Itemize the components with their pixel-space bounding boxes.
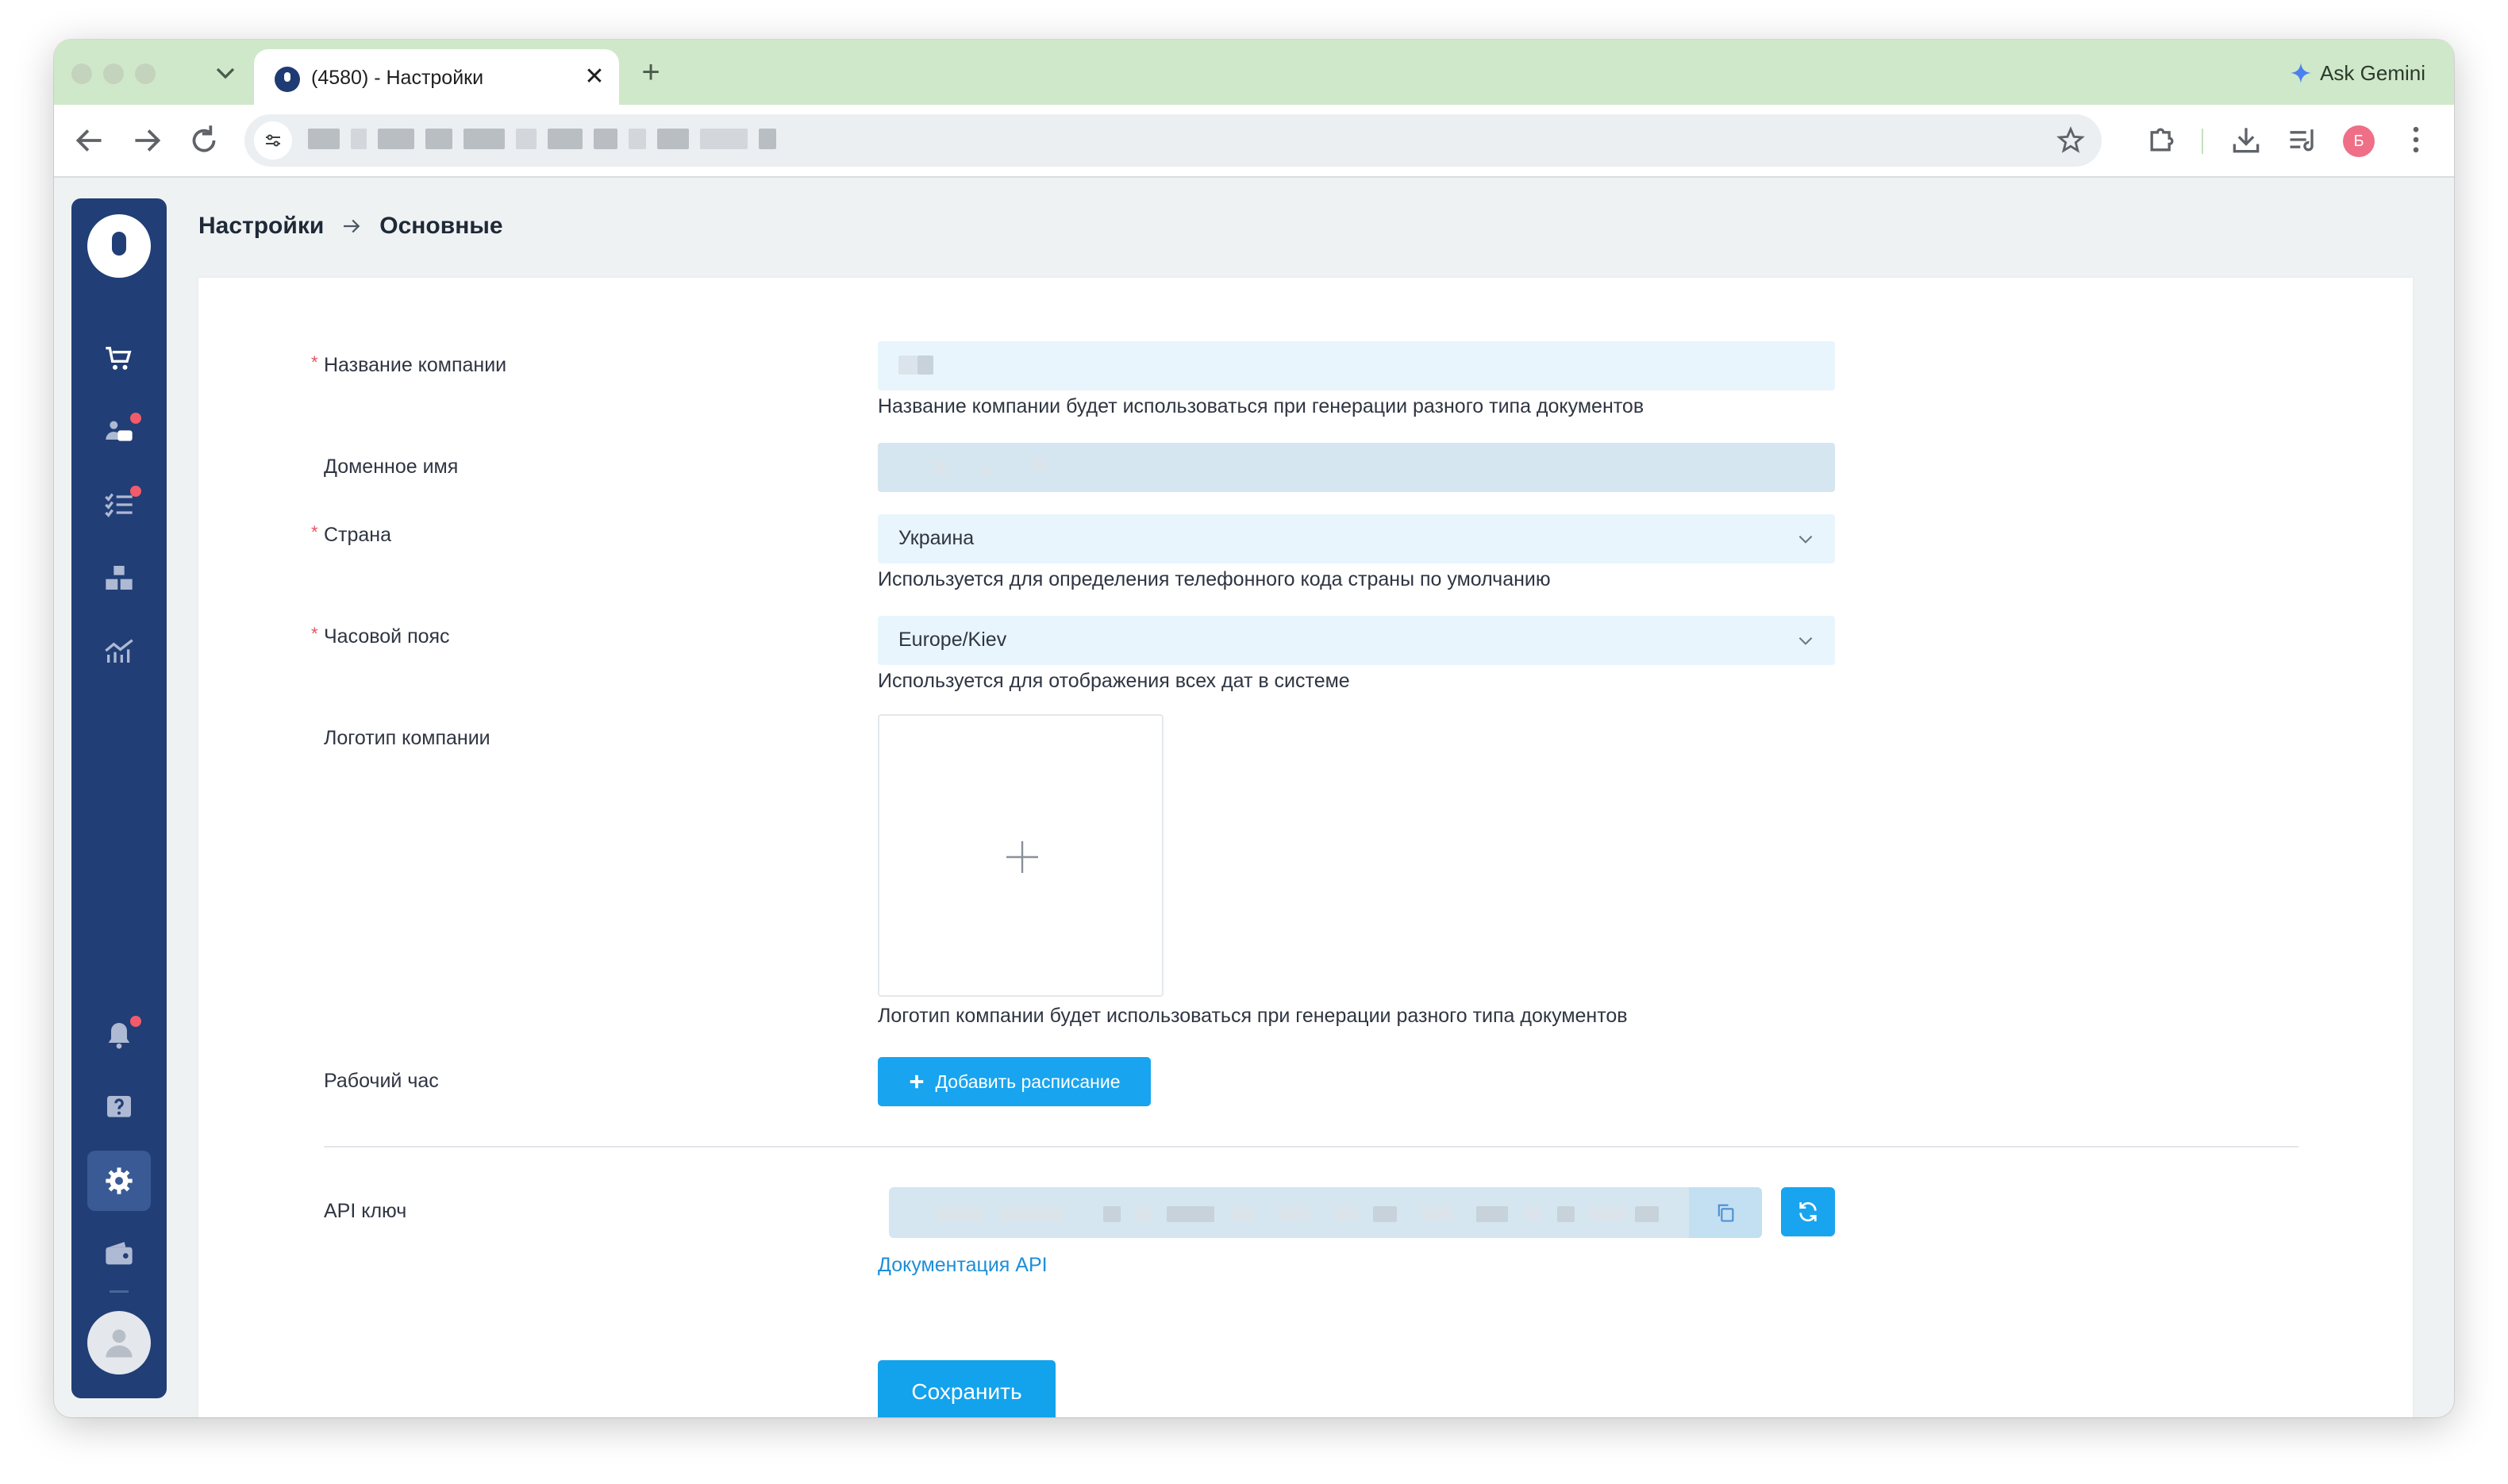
address-url-redacted xyxy=(308,129,776,149)
profile-avatar-button[interactable]: Б xyxy=(2343,125,2375,157)
company-name-label: * Название компании xyxy=(311,352,507,376)
company-name-help: Название компании будет использоваться п… xyxy=(878,395,1644,417)
sidebar-item-warehouse[interactable] xyxy=(87,548,151,608)
copy-icon xyxy=(1718,1204,1734,1222)
country-help: Используется для определения телефонного… xyxy=(878,568,1551,590)
sidebar-item-analytics[interactable] xyxy=(87,621,151,681)
user-icon xyxy=(106,1329,133,1358)
bookmark-star-icon[interactable] xyxy=(2056,125,2086,156)
breadcrumb: Настройки Основные xyxy=(198,213,503,240)
analytics-icon xyxy=(105,639,133,663)
sidebar-divider xyxy=(110,1290,129,1293)
browser-tab-active[interactable]: (4580) - Настройки ✕ xyxy=(254,49,619,106)
extensions-icon[interactable] xyxy=(2144,122,2179,157)
browser-window: (4580) - Настройки ✕ + Ask Gemini Б Наст… xyxy=(54,40,2454,1417)
notification-dot xyxy=(130,486,141,497)
timezone-select-value: Europe/Kiev xyxy=(898,629,1007,651)
domain-name-label: Доменное имя xyxy=(324,456,459,478)
gear-icon xyxy=(106,1167,133,1194)
required-mark: * xyxy=(311,522,318,542)
refresh-icon xyxy=(1799,1201,1817,1222)
settings-form-card: * Название компании Название компании бу… xyxy=(198,278,2413,1417)
section-divider xyxy=(324,1146,2298,1148)
logo-upload-area[interactable] xyxy=(878,714,1164,997)
api-documentation-link[interactable]: Документация API xyxy=(878,1254,1048,1277)
site-favicon-icon xyxy=(275,67,300,92)
address-bar[interactable] xyxy=(244,114,2102,167)
sidebar-item-settings[interactable] xyxy=(87,1151,151,1211)
app-logo-icon[interactable] xyxy=(87,214,151,278)
tab-title: (4580) - Настройки xyxy=(311,67,484,89)
company-name-input[interactable] xyxy=(878,341,1835,390)
ask-gemini-button[interactable]: Ask Gemini xyxy=(2290,59,2425,87)
breadcrumb-parent[interactable]: Настройки xyxy=(198,213,324,240)
site-settings-button[interactable] xyxy=(254,121,292,160)
browser-toolbar: Б xyxy=(54,105,2454,178)
copy-api-key-button[interactable] xyxy=(1689,1187,1762,1238)
logo-help: Логотип компании будет использоваться пр… xyxy=(878,1005,1628,1027)
media-control-icon[interactable] xyxy=(2286,122,2321,157)
required-mark: * xyxy=(311,352,318,372)
reload-icon[interactable] xyxy=(184,121,224,160)
forward-arrow-icon[interactable] xyxy=(127,121,167,160)
timezone-help: Используется для отображения всех дат в … xyxy=(878,670,1350,692)
cart-icon xyxy=(106,347,132,370)
working-hours-label: Рабочий час xyxy=(324,1070,439,1092)
country-label: * Страна xyxy=(311,522,392,546)
wallet-icon xyxy=(106,1242,133,1265)
window-zoom-control[interactable] xyxy=(135,63,156,84)
chevron-down-icon xyxy=(1798,637,1813,645)
chevron-down-icon xyxy=(1798,536,1813,544)
regenerate-api-key-button[interactable] xyxy=(1781,1187,1835,1236)
window-minimize-control[interactable] xyxy=(103,63,124,84)
breadcrumb-current: Основные xyxy=(379,213,503,239)
notification-dot xyxy=(130,1016,141,1027)
save-button[interactable]: Сохранить xyxy=(878,1360,1056,1417)
required-mark: * xyxy=(311,624,318,644)
window-close-control[interactable] xyxy=(71,63,92,84)
toolbar-separator xyxy=(2202,129,2203,154)
notification-dot xyxy=(130,413,141,424)
tune-icon xyxy=(266,134,280,147)
sidebar-item-tasks[interactable] xyxy=(87,475,151,535)
plus-icon xyxy=(910,1075,924,1089)
domain-name-input xyxy=(878,443,1835,492)
new-tab-button[interactable]: + xyxy=(633,56,668,90)
warehouse-icon xyxy=(106,566,133,590)
api-key-input xyxy=(889,1187,1762,1238)
user-avatar[interactable] xyxy=(87,1311,151,1374)
add-schedule-button[interactable]: Добавить расписание xyxy=(878,1057,1151,1106)
sidebar-item-help[interactable] xyxy=(87,1078,151,1138)
back-arrow-icon[interactable] xyxy=(70,121,110,160)
country-select-value: Украина xyxy=(898,527,975,549)
app-sidebar xyxy=(71,198,167,1398)
tab-close-button[interactable]: ✕ xyxy=(581,63,608,90)
plus-icon xyxy=(1006,841,1038,873)
ask-gemini-label: Ask Gemini xyxy=(2320,60,2425,85)
sidebar-item-orders[interactable] xyxy=(87,329,151,389)
download-icon[interactable] xyxy=(2229,122,2264,157)
chevron-down-icon[interactable] xyxy=(210,57,241,89)
api-key-label: API ключ xyxy=(324,1200,407,1222)
arrow-right-icon xyxy=(344,219,360,233)
more-vertical-icon[interactable] xyxy=(2398,122,2433,157)
sidebar-item-notifications[interactable] xyxy=(87,1005,151,1065)
help-icon xyxy=(107,1096,131,1117)
sidebar-item-clients[interactable] xyxy=(87,402,151,462)
add-schedule-label: Добавить расписание xyxy=(935,1071,1121,1092)
tab-strip: (4580) - Настройки ✕ + Ask Gemini xyxy=(54,40,2454,106)
gemini-sparkle-icon xyxy=(2291,63,2311,83)
country-select[interactable]: Украина xyxy=(878,514,1835,563)
timezone-select[interactable]: Europe/Kiev xyxy=(878,616,1835,665)
timezone-label: * Часовой пояс xyxy=(311,624,450,648)
sidebar-item-wallet[interactable] xyxy=(87,1224,151,1284)
logo-label: Логотип компании xyxy=(324,727,490,749)
